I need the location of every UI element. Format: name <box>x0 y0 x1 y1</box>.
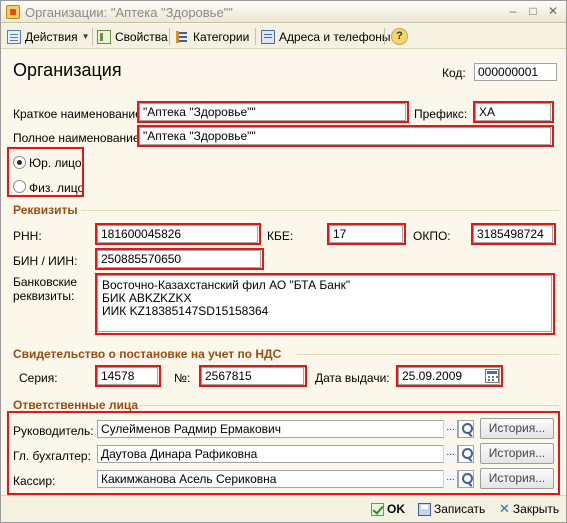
categories-button[interactable]: Категории <box>175 27 249 46</box>
section-divider <box>139 405 559 406</box>
responsible-section-title: Ответственные лица <box>13 398 139 412</box>
maximize-button[interactable]: □ <box>525 4 541 19</box>
bank-requisites-label-line2: реквизиты: <box>13 289 75 303</box>
search-icon[interactable] <box>458 445 474 463</box>
cashier-select-button[interactable]: ... <box>443 470 457 488</box>
toolbar-divider <box>384 28 385 45</box>
floppy-disk-icon <box>418 502 431 516</box>
legal-entity-label[interactable]: Юр. лицо <box>29 156 82 170</box>
chief-accountant-field[interactable]: Даутова Динара Рафиковна <box>97 445 458 463</box>
chief-accountant-history-button[interactable]: История... <box>480 443 554 464</box>
code-field[interactable]: 000000001 <box>474 63 557 81</box>
rnn-label: РНН: <box>13 229 42 243</box>
bin-iin-field[interactable]: 250885570650 <box>97 250 261 268</box>
categories-label: Категории <box>193 29 250 44</box>
prefix-label: Префикс: <box>414 107 468 121</box>
footer-bar: OK Записать ✕ Закрыть <box>1 495 566 522</box>
chief-accountant-select-button[interactable]: ... <box>443 445 457 463</box>
okpo-field[interactable]: 3185498724 <box>473 225 553 243</box>
addresses-phones-button[interactable]: Адреса и телефоны <box>261 27 391 46</box>
cashier-label: Кассир: <box>13 474 56 488</box>
director-select-button[interactable]: ... <box>443 420 457 438</box>
short-name-field[interactable]: "Аптека "Здоровье"" <box>139 103 406 121</box>
full-name-label: Полное наименование: <box>13 131 143 145</box>
save-label: Записать <box>434 502 486 516</box>
director-field[interactable]: Сулейменов Радмир Ермакович <box>97 420 458 438</box>
actions-icon <box>7 29 21 44</box>
address-book-icon <box>261 29 275 44</box>
section-divider <box>297 354 559 355</box>
toolbar-divider <box>169 28 170 45</box>
toolbar-divider <box>92 28 93 45</box>
ok-button[interactable]: OK <box>371 500 405 518</box>
search-icon[interactable] <box>458 470 474 488</box>
cashier-history-button[interactable]: История... <box>480 468 554 489</box>
rnn-field[interactable]: 181600045826 <box>97 225 258 243</box>
properties-label: Свойства <box>115 29 168 44</box>
kbe-field[interactable]: 17 <box>329 225 403 243</box>
bank-requisites-textarea[interactable]: Восточно-Казахстанский фил АО "БТА Банк"… <box>97 275 552 332</box>
cashier-field[interactable]: Какимжанова Асель Сериковна <box>97 470 458 488</box>
short-name-label: Краткое наименование: <box>13 107 146 121</box>
kbe-label: КБЕ: <box>267 229 294 243</box>
legal-entity-radio[interactable] <box>13 156 26 169</box>
checkmark-icon <box>371 502 384 516</box>
toolbar: Действия ▼ Свойства Категории Адреса и т… <box>1 24 566 49</box>
window-title: Организации: "Аптека "Здоровье"" <box>25 5 233 20</box>
minimize-button[interactable]: – <box>505 4 521 19</box>
addresses-label: Адреса и телефоны <box>279 29 391 44</box>
close-button[interactable]: ✕ Закрыть <box>499 500 559 518</box>
bin-iin-label: БИН / ИИН: <box>13 254 78 268</box>
close-window-button[interactable]: ✕ <box>545 4 561 19</box>
chief-accountant-label: Гл. бухгалтер: <box>13 449 91 463</box>
director-label: Руководитель: <box>13 424 94 438</box>
page-title: Организация <box>13 60 122 80</box>
vat-section-title: Свидетельство о постановке на учет по НД… <box>13 347 282 361</box>
director-history-button[interactable]: История... <box>480 418 554 439</box>
full-name-field[interactable]: "Аптека "Здоровье"" <box>139 127 551 145</box>
properties-button[interactable]: Свойства <box>97 27 168 46</box>
properties-icon <box>97 29 111 44</box>
ok-label: OK <box>387 502 405 516</box>
actions-label: Действия <box>25 29 78 44</box>
calendar-icon[interactable] <box>485 369 499 383</box>
series-field[interactable]: 14578 <box>97 367 158 385</box>
series-label: Серия: <box>19 371 58 385</box>
categories-icon <box>175 30 189 44</box>
individual-label[interactable]: Физ. лицо <box>29 181 84 195</box>
close-label: Закрыть <box>512 502 560 516</box>
help-button[interactable]: ? <box>391 27 408 46</box>
okpo-label: ОКПО: <box>413 229 451 243</box>
number-field[interactable]: 2567815 <box>201 367 304 385</box>
requisites-section-title: Реквизиты <box>13 203 78 217</box>
section-divider <box>81 210 559 211</box>
bank-requisites-label-line1: Банковские <box>13 275 78 289</box>
help-icon: ? <box>391 28 408 45</box>
toolbar-divider <box>255 28 256 45</box>
app-icon <box>6 5 20 19</box>
actions-menu-button[interactable]: Действия ▼ <box>7 27 90 46</box>
close-icon: ✕ <box>499 501 510 516</box>
save-button[interactable]: Записать <box>418 500 485 518</box>
prefix-field[interactable]: ХА <box>475 103 551 121</box>
search-icon[interactable] <box>458 420 474 438</box>
code-label: Код: <box>442 66 466 80</box>
number-label: №: <box>174 371 191 385</box>
issue-date-label: Дата выдачи: <box>315 371 390 385</box>
individual-radio[interactable] <box>13 180 26 193</box>
title-bar[interactable]: Организации: "Аптека "Здоровье"" – □ ✕ <box>1 1 566 23</box>
organization-window: Организации: "Аптека "Здоровье"" – □ ✕ Д… <box>0 0 567 523</box>
chevron-down-icon: ▼ <box>81 32 90 41</box>
